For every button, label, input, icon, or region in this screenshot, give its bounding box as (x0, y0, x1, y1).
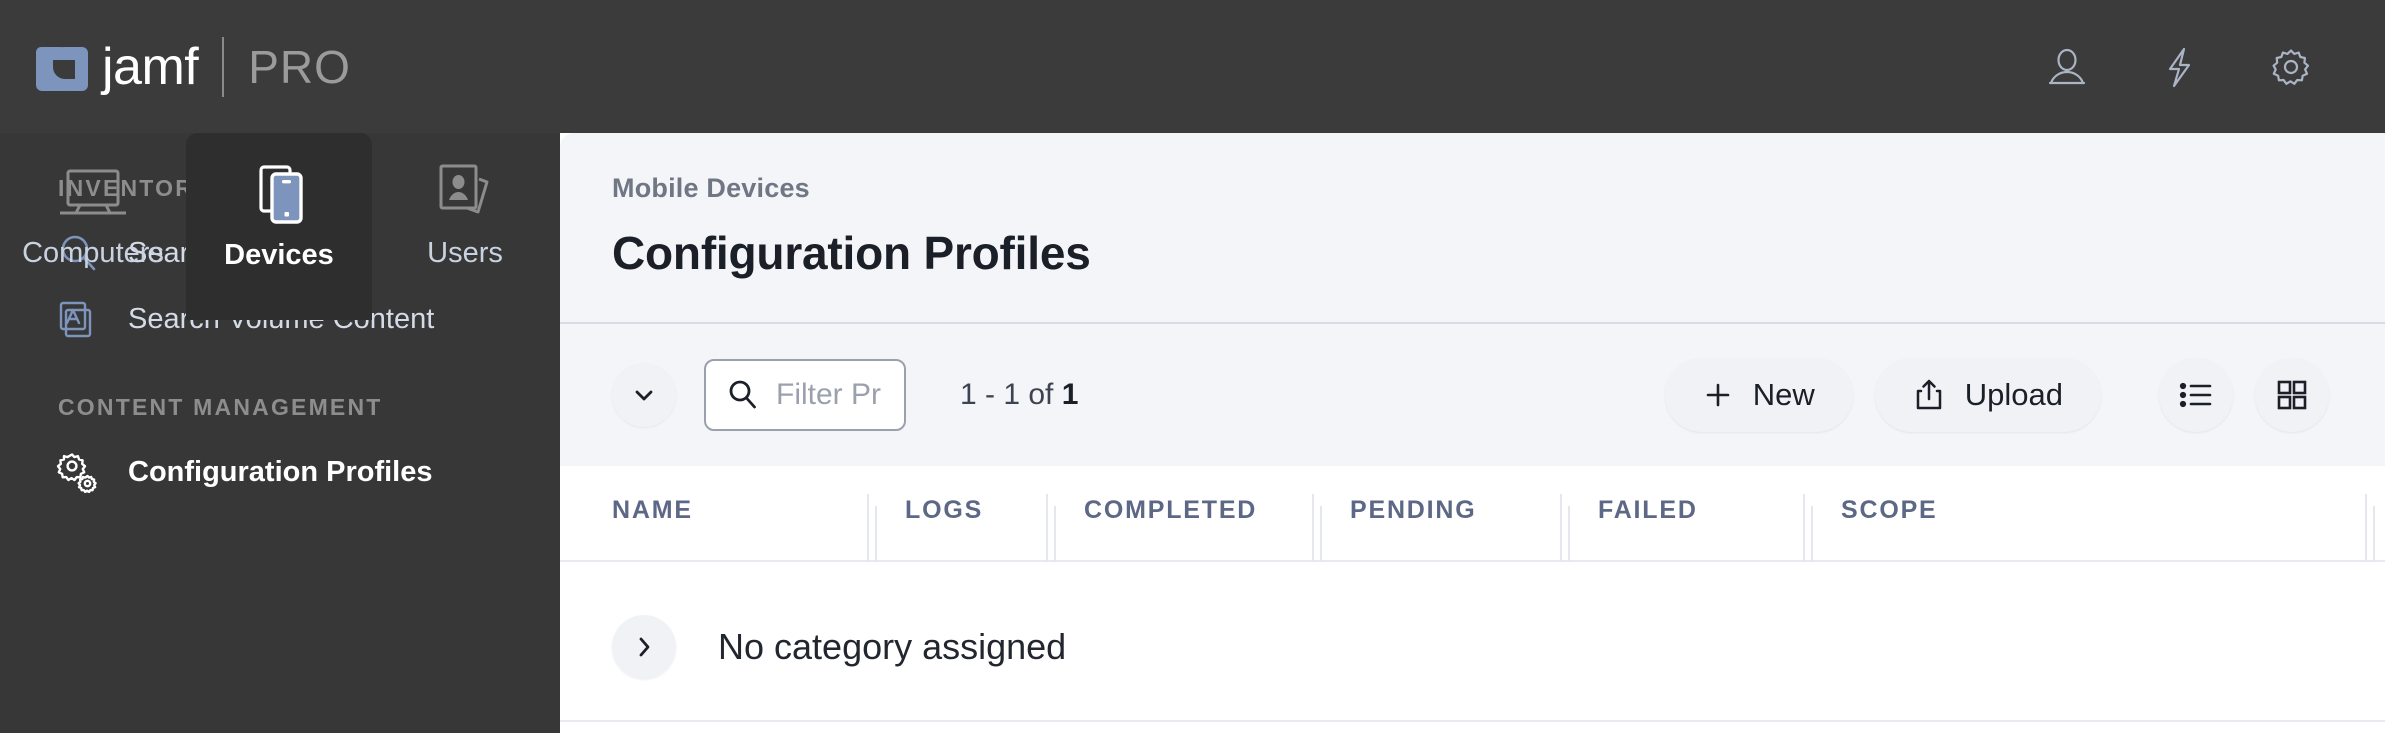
table-row-divider (560, 720, 2385, 722)
toolbar: Filter Pr 1 - 1 of 1 New Upload (560, 322, 2385, 466)
expand-group-button[interactable] (612, 614, 676, 679)
tab-label: Devices (224, 239, 334, 271)
mobile-device-icon (242, 155, 316, 233)
column-header-scope[interactable]: SCOPE (1841, 496, 1938, 525)
tab-label: Users (427, 237, 503, 269)
breadcrumb[interactable]: Mobile Devices (612, 173, 2385, 204)
brand-divider (222, 36, 225, 97)
new-button[interactable]: New (1664, 358, 1853, 432)
plus-icon (1703, 380, 1733, 410)
user-icon[interactable] (2043, 43, 2091, 91)
sidebar-item-label: Configuration Profiles (128, 455, 433, 488)
topbar-actions (2043, 43, 2315, 91)
top-brand-bar: jamf PRO (0, 0, 2385, 133)
column-header-pending[interactable]: PENDING (1350, 496, 1477, 525)
page-title: Configuration Profiles (612, 227, 1091, 279)
search-icon (726, 378, 760, 412)
table-group-label: No category assigned (718, 625, 1067, 667)
new-button-label: New (1752, 377, 1815, 412)
result-count: 1 - 1 of 1 (960, 378, 1078, 412)
user-card-icon (428, 153, 502, 231)
grid-view-button[interactable] (2255, 358, 2329, 432)
sidebar-section-content-management: CONTENT MANAGEMENT (58, 394, 383, 420)
primary-tabs: Computers Devices Users (0, 133, 560, 320)
brand-name: jamf (102, 37, 199, 96)
list-view-button[interactable] (2159, 358, 2233, 432)
main-panel: Mobile Devices Configuration Profiles Fi… (560, 133, 2385, 733)
collapse-all-button[interactable] (612, 363, 676, 427)
jamf-logo-mark (36, 43, 88, 91)
laptop-icon (56, 153, 130, 231)
chevron-down-icon (629, 380, 659, 410)
toolbar-actions: New Upload (1664, 358, 2329, 432)
column-header-failed[interactable]: FAILED (1598, 496, 1698, 525)
tab-users[interactable]: Users (372, 133, 558, 320)
bolt-icon[interactable] (2155, 43, 2203, 91)
brand-product: PRO (248, 40, 351, 93)
tab-label: Computers (22, 237, 164, 269)
column-header-logs[interactable]: LOGS (905, 496, 983, 525)
gears-icon (54, 448, 102, 496)
table-group-row[interactable]: No category assigned (560, 562, 2385, 731)
profiles-table: NAME LOGS COMPLETED PENDING FAILED SCOPE (560, 466, 2385, 733)
tab-devices[interactable]: Devices (186, 133, 372, 320)
view-toggle (2159, 358, 2329, 432)
filter-placeholder: Filter Pr (776, 378, 881, 411)
table-header-row: NAME LOGS COMPLETED PENDING FAILED SCOPE (560, 466, 2385, 562)
result-count-range: 1 - 1 of (960, 378, 1062, 411)
upload-button[interactable]: Upload (1874, 358, 2101, 432)
result-count-total: 1 (1061, 378, 1079, 411)
brand-logo[interactable]: jamf PRO (36, 36, 351, 97)
filter-input[interactable]: Filter Pr (704, 359, 906, 431)
chevron-right-icon (629, 632, 659, 662)
list-view-icon (2178, 379, 2214, 411)
column-header-completed[interactable]: COMPLETED (1084, 496, 1257, 525)
column-header-name[interactable]: NAME (612, 496, 693, 525)
tab-computers[interactable]: Computers (0, 133, 186, 320)
upload-icon (1913, 378, 1945, 412)
sidebar-list-content-management: Configuration Profiles (0, 439, 560, 505)
left-rail: Computers Devices Users INVENTORY Search… (0, 133, 560, 733)
grid-view-icon (2275, 378, 2309, 412)
panel-header: Mobile Devices Configuration Profiles (560, 133, 2385, 322)
upload-button-label: Upload (1964, 377, 2063, 412)
gear-icon[interactable] (2267, 43, 2315, 91)
sidebar-item-configuration-profiles[interactable]: Configuration Profiles (0, 439, 560, 505)
